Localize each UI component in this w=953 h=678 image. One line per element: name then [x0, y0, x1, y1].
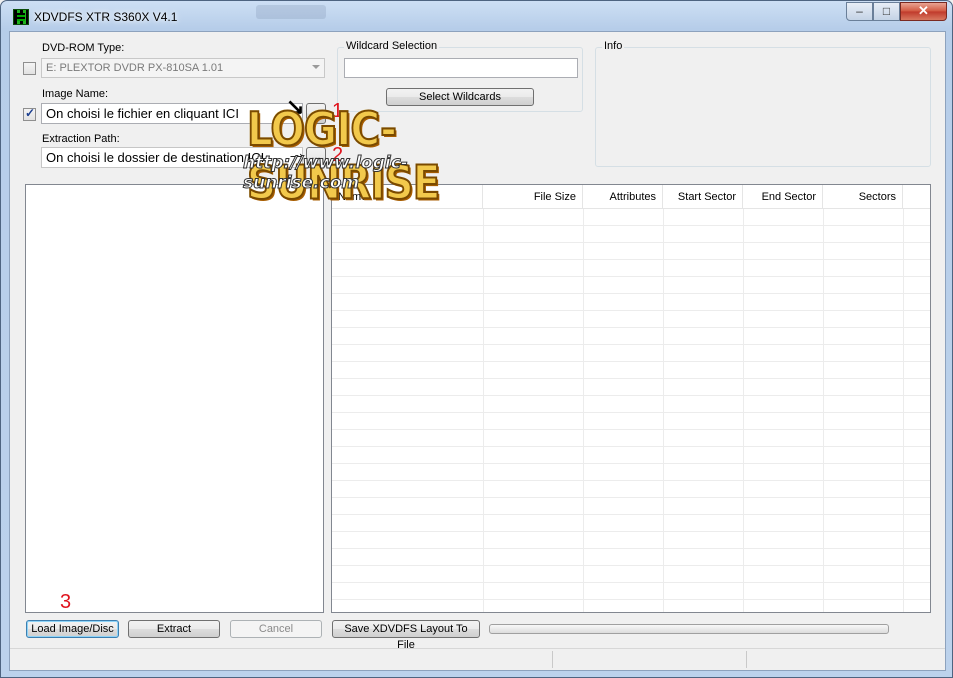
- image-name-field[interactable]: On choisi le fichier en cliquant ICI: [41, 103, 303, 124]
- marker-one: 1: [332, 100, 344, 122]
- caption-buttons: – □ ✕: [846, 2, 947, 22]
- file-list-header: Name File Size Attributes Start Sector E…: [332, 185, 930, 209]
- extraction-path-field[interactable]: On choisi le dossier de destination ICI: [41, 147, 303, 168]
- wildcard-group: Wildcard Selection Select Wildcards: [337, 40, 583, 112]
- dvd-rom-checkbox[interactable]: [23, 62, 36, 75]
- chevron-down-icon: [312, 65, 320, 69]
- info-group: Info: [595, 40, 931, 167]
- image-browse-button[interactable]: ...: [306, 103, 326, 124]
- background-window-ghost: [256, 5, 326, 19]
- marker-three: 3: [60, 591, 72, 613]
- column-header-start-sector[interactable]: Start Sector: [663, 185, 743, 209]
- image-name-label: Image Name:: [42, 88, 109, 100]
- arrow-pointer-icon: ↘: [286, 94, 305, 119]
- app-icon: [13, 9, 29, 25]
- save-layout-button[interactable]: Save XDVDFS Layout To File: [332, 620, 480, 651]
- load-image-button[interactable]: Load Image/Disc: [26, 620, 119, 638]
- close-button[interactable]: ✕: [900, 2, 947, 21]
- client-area: DVD-ROM Type: E: PLEXTOR DVDR PX-810SA 1…: [9, 31, 946, 671]
- status-cell: [553, 651, 747, 668]
- column-divider: [483, 209, 484, 612]
- file-list-view[interactable]: Name File Size Attributes Start Sector E…: [331, 184, 931, 613]
- directory-tree-panel[interactable]: [25, 184, 324, 613]
- column-divider: [903, 209, 904, 612]
- column-divider: [663, 209, 664, 612]
- minimize-button[interactable]: –: [846, 2, 873, 21]
- file-list-body: [332, 209, 930, 612]
- minimize-icon: –: [856, 4, 863, 18]
- dvd-rom-label: DVD-ROM Type:: [42, 42, 125, 54]
- close-icon: ✕: [918, 3, 929, 18]
- dvd-rom-selected: E: PLEXTOR DVDR PX-810SA 1.01: [46, 62, 224, 74]
- column-divider: [823, 209, 824, 612]
- extraction-path-label: Extraction Path:: [42, 133, 120, 145]
- column-header-sectors[interactable]: Sectors: [823, 185, 903, 209]
- column-header-end-sector[interactable]: End Sector: [743, 185, 823, 209]
- status-cell: [10, 651, 553, 668]
- info-group-title: Info: [602, 40, 625, 52]
- extract-button[interactable]: Extract: [128, 620, 220, 638]
- arrow-pointer-icon: →: [286, 140, 308, 165]
- marker-two: 2: [332, 144, 344, 166]
- extraction-browse-button[interactable]: ...: [306, 147, 326, 168]
- maximize-icon: □: [882, 4, 891, 18]
- wildcard-group-title: Wildcard Selection: [344, 40, 440, 52]
- wildcard-input[interactable]: [344, 58, 578, 78]
- column-header-attributes[interactable]: Attributes: [583, 185, 663, 209]
- dvd-rom-select[interactable]: E: PLEXTOR DVDR PX-810SA 1.01: [41, 58, 325, 78]
- file-list-grid: [332, 209, 930, 612]
- maximize-button[interactable]: □: [873, 2, 900, 21]
- extraction-progress-bar: [489, 624, 889, 634]
- status-bar: [10, 648, 945, 670]
- cancel-button[interactable]: Cancel: [230, 620, 322, 638]
- title-bar[interactable]: XDVDFS XTR S360X V4.1 – □ ✕: [1, 1, 952, 31]
- column-header-file-size[interactable]: File Size: [483, 185, 583, 209]
- select-wildcards-button[interactable]: Select Wildcards: [386, 88, 534, 106]
- column-header-name[interactable]: Name: [332, 185, 483, 209]
- application-window: XDVDFS XTR S360X V4.1 – □ ✕ DVD-ROM Type…: [0, 0, 953, 678]
- image-name-checkbox[interactable]: [23, 106, 36, 121]
- column-divider: [743, 209, 744, 612]
- window-title: XDVDFS XTR S360X V4.1: [34, 10, 178, 24]
- column-divider: [583, 209, 584, 612]
